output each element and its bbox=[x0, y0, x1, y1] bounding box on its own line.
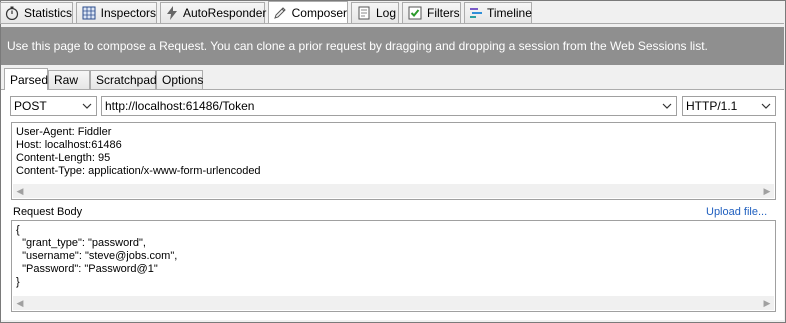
scroll-left-icon[interactable]: ◀ bbox=[13, 184, 27, 198]
tab-parsed[interactable]: Parsed bbox=[4, 68, 48, 90]
tab-filters[interactable]: Filters bbox=[402, 2, 461, 23]
top-tab-bar: Statistics Inspectors AutoResponder Comp… bbox=[0, 1, 784, 24]
tab-options[interactable]: Options bbox=[156, 70, 203, 89]
pencil-icon bbox=[273, 5, 288, 21]
url-input[interactable]: http://localhost:61486/Token bbox=[101, 96, 677, 116]
tab-scratchpad[interactable]: Scratchpad bbox=[90, 70, 157, 89]
tab-label: Log bbox=[376, 6, 397, 20]
request-headers-text: User-Agent: Fiddler Host: localhost:61486… bbox=[16, 126, 261, 178]
url-value: http://localhost:61486/Token bbox=[105, 99, 255, 113]
timeline-icon bbox=[469, 5, 483, 21]
http-version-select[interactable]: HTTP/1.1 bbox=[682, 96, 776, 116]
tab-autoresponder[interactable]: AutoResponder bbox=[160, 2, 267, 23]
tab-label: Timeline bbox=[487, 6, 532, 20]
tab-timeline[interactable]: Timeline bbox=[464, 2, 532, 23]
header-line: Host: localhost:61486 bbox=[16, 139, 122, 151]
tab-raw[interactable]: Raw bbox=[48, 70, 90, 89]
header-line: User-Agent: Fiddler bbox=[16, 126, 112, 138]
body-line: "grant_type": "password", bbox=[16, 237, 146, 249]
horizontal-scrollbar[interactable]: ◀ ▶ bbox=[13, 296, 774, 310]
body-line: "username": "steve@jobs.com", bbox=[16, 250, 178, 262]
log-icon bbox=[356, 5, 372, 21]
header-line: Content-Type: application/x-www-form-url… bbox=[16, 165, 261, 177]
tab-statistics[interactable]: Statistics bbox=[0, 2, 73, 23]
tab-divider bbox=[0, 23, 784, 24]
tab-log[interactable]: Log bbox=[351, 2, 399, 23]
composer-info-banner: Use this page to compose a Request. You … bbox=[1, 27, 784, 65]
request-body-textarea[interactable]: { "grant_type": "password", "username": … bbox=[11, 220, 776, 312]
request-body-label: Request Body bbox=[13, 206, 83, 218]
tab-label: Filters bbox=[427, 6, 460, 20]
body-line: } bbox=[16, 276, 20, 288]
tab-composer[interactable]: Composer bbox=[268, 1, 348, 24]
tab-label: Statistics bbox=[23, 6, 72, 20]
http-version-value: HTTP/1.1 bbox=[686, 99, 738, 113]
chevron-down-icon bbox=[760, 100, 772, 112]
stopwatch-icon bbox=[5, 5, 20, 21]
chevron-down-icon bbox=[661, 100, 673, 112]
inspect-icon bbox=[81, 5, 97, 21]
checkbox-icon bbox=[407, 5, 423, 21]
body-line: "Password": "Password@1" bbox=[16, 263, 158, 275]
upload-file-link[interactable]: Upload file... bbox=[706, 206, 767, 218]
horizontal-scrollbar[interactable]: ◀ ▶ bbox=[13, 184, 774, 198]
method-select[interactable]: POST bbox=[10, 96, 97, 116]
method-value: POST bbox=[14, 99, 47, 113]
tab-label: Composer bbox=[291, 6, 347, 20]
request-headers-textarea[interactable]: User-Agent: Fiddler Host: localhost:61486… bbox=[11, 122, 776, 200]
tab-inspectors[interactable]: Inspectors bbox=[76, 2, 157, 23]
tab-label: Inspectors bbox=[100, 6, 156, 20]
tab-label: AutoResponder bbox=[183, 6, 267, 20]
chevron-down-icon bbox=[81, 100, 93, 112]
lightning-icon bbox=[165, 5, 179, 21]
request-body-text: { "grant_type": "password", "username": … bbox=[16, 224, 177, 289]
scroll-left-icon[interactable]: ◀ bbox=[13, 296, 27, 310]
body-line: { bbox=[16, 224, 20, 236]
header-line: Content-Length: 95 bbox=[16, 152, 111, 164]
scroll-right-icon[interactable]: ▶ bbox=[760, 184, 774, 198]
scroll-right-icon[interactable]: ▶ bbox=[760, 296, 774, 310]
